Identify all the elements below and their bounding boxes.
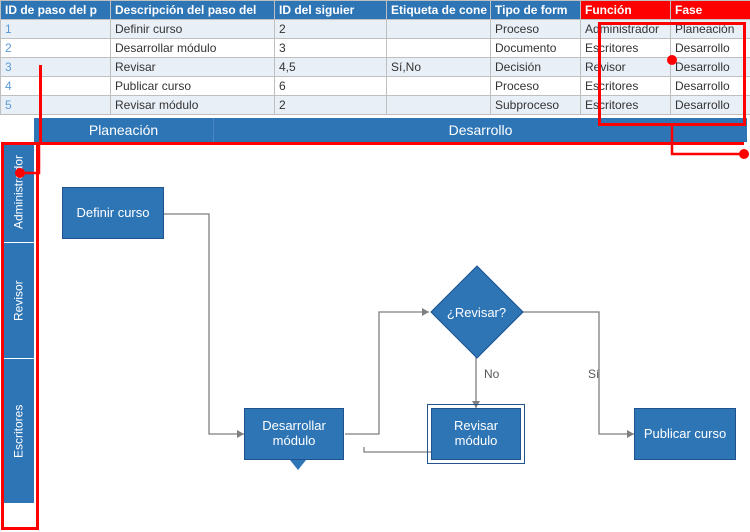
col-step-id[interactable]: ID de paso del p xyxy=(1,1,111,20)
lane-escritores[interactable]: Escritores xyxy=(3,359,34,503)
cell-conn xyxy=(387,39,491,58)
document-fold-icon xyxy=(290,460,306,470)
shape-definir-curso[interactable]: Definir curso xyxy=(62,187,164,239)
cell-desc: Publicar curso xyxy=(111,77,275,96)
table-row[interactable]: 3 Revisar 4,5 Sí,No Decisión Revisor Des… xyxy=(1,58,750,77)
cell-desc: Revisar módulo xyxy=(111,96,275,115)
flow-canvas: Definir curso Desarrollar módulo ¿Revisa… xyxy=(34,142,747,504)
phase-desarrollo[interactable]: Desarrollo xyxy=(214,118,747,142)
cell-func: Escritores xyxy=(581,39,671,58)
cell-next: 3 xyxy=(275,39,387,58)
shape-publicar-curso[interactable]: Publicar curso xyxy=(634,408,736,460)
edge-label-no: No xyxy=(484,367,499,381)
phase-header: Planeación Desarrollo xyxy=(34,118,747,142)
phase-planeacion[interactable]: Planeación xyxy=(34,118,214,142)
table-header-row: ID de paso del p Descripción del paso de… xyxy=(1,1,750,20)
cell-type: Proceso xyxy=(491,20,581,39)
cell-type: Decisión xyxy=(491,58,581,77)
cell-next: 6 xyxy=(275,77,387,96)
table-row[interactable]: 1 Definir curso 2 Proceso Administrador … xyxy=(1,20,750,39)
col-step-desc[interactable]: Descripción del paso del xyxy=(111,1,275,20)
cell-func: Administrador xyxy=(581,20,671,39)
cell-desc: Revisar xyxy=(111,58,275,77)
col-next-id[interactable]: ID del siguier xyxy=(275,1,387,20)
annotation-dot-top xyxy=(667,55,677,65)
cell-func: Escritores xyxy=(581,96,671,115)
annotation-dot-left xyxy=(15,168,25,178)
cell-type: Documento xyxy=(491,39,581,58)
cell-fase: Desarrollo xyxy=(671,39,750,58)
shape-revisar-decision[interactable]: ¿Revisar? xyxy=(429,281,524,343)
cell-id: 4 xyxy=(1,77,111,96)
cell-next: 4,5 xyxy=(275,58,387,77)
col-phase[interactable]: Fase xyxy=(671,1,750,20)
annotation-dot-right xyxy=(739,149,749,159)
cell-fase: Desarrollo xyxy=(671,58,750,77)
table-row[interactable]: 2 Desarrollar módulo 3 Documento Escrito… xyxy=(1,39,750,58)
cell-conn: Sí,No xyxy=(387,58,491,77)
shape-desarrollar-modulo[interactable]: Desarrollar módulo xyxy=(244,408,344,460)
cell-desc: Definir curso xyxy=(111,20,275,39)
lane-administrador[interactable]: Administrador xyxy=(3,142,34,242)
cell-next: 2 xyxy=(275,96,387,115)
cell-conn xyxy=(387,77,491,96)
cell-fase: Planeación xyxy=(671,20,750,39)
cell-type: Subproceso xyxy=(491,96,581,115)
cell-id: 5 xyxy=(1,96,111,115)
cell-func: Escritores xyxy=(581,77,671,96)
col-shape-type[interactable]: Tipo de form xyxy=(491,1,581,20)
lane-labels: Administrador Revisor Escritores xyxy=(3,142,34,504)
cell-desc: Desarrollar módulo xyxy=(111,39,275,58)
col-connector[interactable]: Etiqueta de cone xyxy=(387,1,491,20)
subprocess-frame-icon xyxy=(427,404,525,464)
cell-id: 3 xyxy=(1,58,111,77)
cell-conn xyxy=(387,20,491,39)
cell-conn xyxy=(387,96,491,115)
cell-id: 1 xyxy=(1,20,111,39)
cell-func: Revisor xyxy=(581,58,671,77)
col-function[interactable]: Función xyxy=(581,1,671,20)
table-row[interactable]: 5 Revisar módulo 2 Subproceso Escritores… xyxy=(1,96,750,115)
cell-fase: Desarrollo xyxy=(671,96,750,115)
decision-label: ¿Revisar? xyxy=(429,281,524,343)
cell-next: 2 xyxy=(275,20,387,39)
cell-id: 2 xyxy=(1,39,111,58)
process-data-table: ID de paso del p Descripción del paso de… xyxy=(0,0,750,115)
edge-label-si: Sí xyxy=(588,367,599,381)
lane-revisor[interactable]: Revisor xyxy=(3,243,34,358)
swimlane-diagram: Planeación Desarrollo Administrador Revi… xyxy=(0,115,750,507)
cell-type: Proceso xyxy=(491,77,581,96)
cell-fase: Desarrollo xyxy=(671,77,750,96)
table-row[interactable]: 4 Publicar curso 6 Proceso Escritores De… xyxy=(1,77,750,96)
